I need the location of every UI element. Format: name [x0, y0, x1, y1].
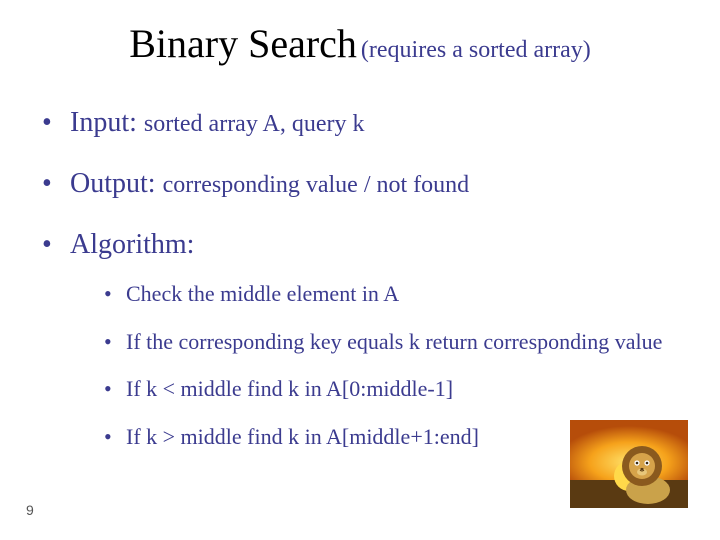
title-main: Binary Search	[129, 21, 357, 66]
list-item: If k < middle find k in A[0:middle-1]	[104, 375, 690, 403]
bullet-lead: Algorithm:	[70, 229, 194, 260]
title-sub: (requires a sorted array)	[361, 37, 591, 63]
list-item: Input: sorted array A, query k	[42, 105, 690, 140]
list-item: Check the middle element in A	[104, 280, 690, 308]
bullet-lead: Input:	[70, 107, 137, 138]
slide-title: Binary Search (requires a sorted array)	[0, 20, 720, 67]
list-item: If the corresponding key equals k return…	[104, 328, 690, 356]
slide: Binary Search (requires a sorted array) …	[0, 0, 720, 540]
bullet-rest: corresponding value / not found	[163, 172, 470, 198]
lion-illustration-icon	[570, 420, 688, 508]
list-item: Output: corresponding value / not found	[42, 166, 690, 201]
bullet-lead: Output:	[70, 168, 156, 199]
bullet-rest: sorted array A, query k	[144, 111, 365, 137]
list-item: Algorithm: Check the middle element in A…	[42, 227, 690, 450]
page-number: 9	[26, 502, 34, 518]
